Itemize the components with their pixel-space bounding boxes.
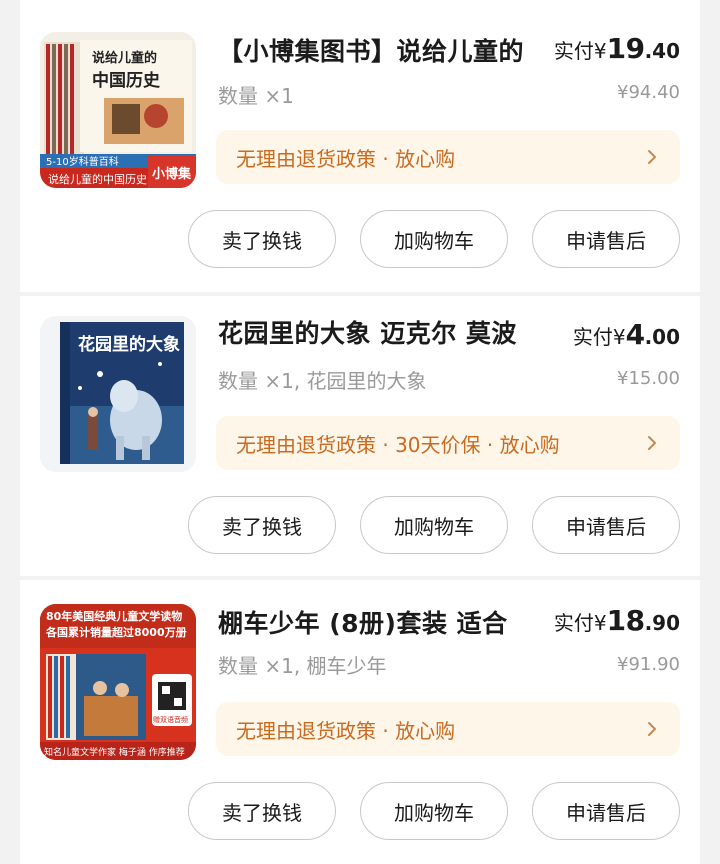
paid-price: 实付¥18.90 <box>554 604 680 637</box>
paid-price-currency: ¥ <box>593 39 607 63</box>
paid-price-decimal: .40 <box>644 39 680 63</box>
product-thumbnail[interactable]: 80年美国经典儿童文学读物 各国累计销量超过8000万册 赠双语音频 知名儿童文… <box>40 604 196 760</box>
product-title[interactable]: 花园里的大象 迈克尔 莫波 <box>218 314 517 350</box>
return-policy-text: 无理由退货政策 · 放心购 <box>236 718 456 743</box>
product-thumbnail[interactable]: 花园里的大象 <box>40 316 196 472</box>
cover-title-text: 花园里的大象 <box>78 334 180 355</box>
cover-age-text: 5-10岁科普百科 <box>46 155 119 168</box>
product-title[interactable]: 【小博集图书】说给儿童的 <box>218 32 524 68</box>
order-card[interactable]: 花园里的大象 花园里的大象 迈克尔 莫波 实付¥4.00 数量 ×1, 花园里的… <box>20 296 700 576</box>
return-policy-banner[interactable]: 无理由退货政策 · 30天价保 · 放心购 <box>216 416 680 470</box>
order-card[interactable]: 80年美国经典儿童文学读物 各国累计销量超过8000万册 赠双语音频 知名儿童文… <box>20 580 700 864</box>
return-policy-banner[interactable]: 无理由退货政策 · 放心购 <box>216 130 680 184</box>
return-policy-banner[interactable]: 无理由退货政策 · 放心购 <box>216 702 680 756</box>
paid-price-prefix: 实付 <box>553 39 594 63</box>
chevron-right-icon <box>648 150 656 164</box>
cover-headline-1: 80年美国经典儿童文学读物 <box>46 609 182 623</box>
after-sales-button[interactable]: 申请售后 <box>532 210 680 268</box>
cover-title-text: 中国历史 <box>92 70 161 91</box>
product-title[interactable]: 棚车少年 (8册)套装 适合 <box>218 604 508 640</box>
paid-price: 实付¥19.40 <box>554 32 680 65</box>
paid-price-integer: 18 <box>606 604 645 637</box>
book-cover-image: 说给儿童的 中国历史 5-10岁科普百科 说给儿童的中国历史 小博集 <box>40 32 196 188</box>
chevron-right-icon <box>648 722 656 736</box>
original-price: ¥91.90 <box>617 654 680 675</box>
order-card[interactable]: 说给儿童的 中国历史 5-10岁科普百科 说给儿童的中国历史 小博集 【小博集图… <box>20 0 700 292</box>
original-price: ¥15.00 <box>617 368 680 389</box>
paid-price-decimal: .00 <box>644 325 680 349</box>
cover-brand-text: 小博集 <box>152 166 192 182</box>
add-to-cart-button[interactable]: 加购物车 <box>360 782 508 840</box>
cover-top-text: 说给儿童的 <box>92 50 157 66</box>
quantity-text: 数量 ×1 <box>218 84 294 108</box>
sell-for-cash-button[interactable]: 卖了换钱 <box>188 496 336 554</box>
sell-for-cash-button[interactable]: 卖了换钱 <box>188 782 336 840</box>
quantity-text: 数量 ×1, 花园里的大象 <box>218 369 427 393</box>
paid-price: 实付¥4.00 <box>573 318 680 351</box>
after-sales-button[interactable]: 申请售后 <box>532 782 680 840</box>
paid-price-decimal: .90 <box>644 611 680 635</box>
paid-price-currency: ¥ <box>593 611 607 635</box>
quantity-text: 数量 ×1, 棚车少年 <box>218 654 387 678</box>
book-cover-image: 80年美国经典儿童文学读物 各国累计销量超过8000万册 赠双语音频 知名儿童文… <box>40 604 196 760</box>
add-to-cart-button[interactable]: 加购物车 <box>360 210 508 268</box>
paid-price-prefix: 实付 <box>572 325 613 349</box>
chevron-right-icon <box>648 436 656 450</box>
cover-series-text: 说给儿童的中国历史 <box>48 172 147 186</box>
cover-headline-2: 各国累计销量超过8000万册 <box>45 625 187 639</box>
return-policy-text: 无理由退货政策 · 30天价保 · 放心购 <box>236 432 560 457</box>
cover-bottom-text: 知名儿童文学作家 梅子涵 作序推荐 <box>44 746 185 758</box>
product-thumbnail[interactable]: 说给儿童的 中国历史 5-10岁科普百科 说给儿童的中国历史 小博集 <box>40 32 196 188</box>
book-cover-image: 花园里的大象 <box>40 316 196 472</box>
add-to-cart-button[interactable]: 加购物车 <box>360 496 508 554</box>
after-sales-button[interactable]: 申请售后 <box>532 496 680 554</box>
paid-price-integer: 19 <box>606 32 645 65</box>
paid-price-currency: ¥ <box>612 325 626 349</box>
paid-price-prefix: 实付 <box>553 611 594 635</box>
original-price: ¥94.40 <box>617 82 680 103</box>
sell-for-cash-button[interactable]: 卖了换钱 <box>188 210 336 268</box>
paid-price-integer: 4 <box>625 318 645 351</box>
return-policy-text: 无理由退货政策 · 放心购 <box>236 146 456 171</box>
cover-audio-text: 赠双语音频 <box>153 715 188 724</box>
